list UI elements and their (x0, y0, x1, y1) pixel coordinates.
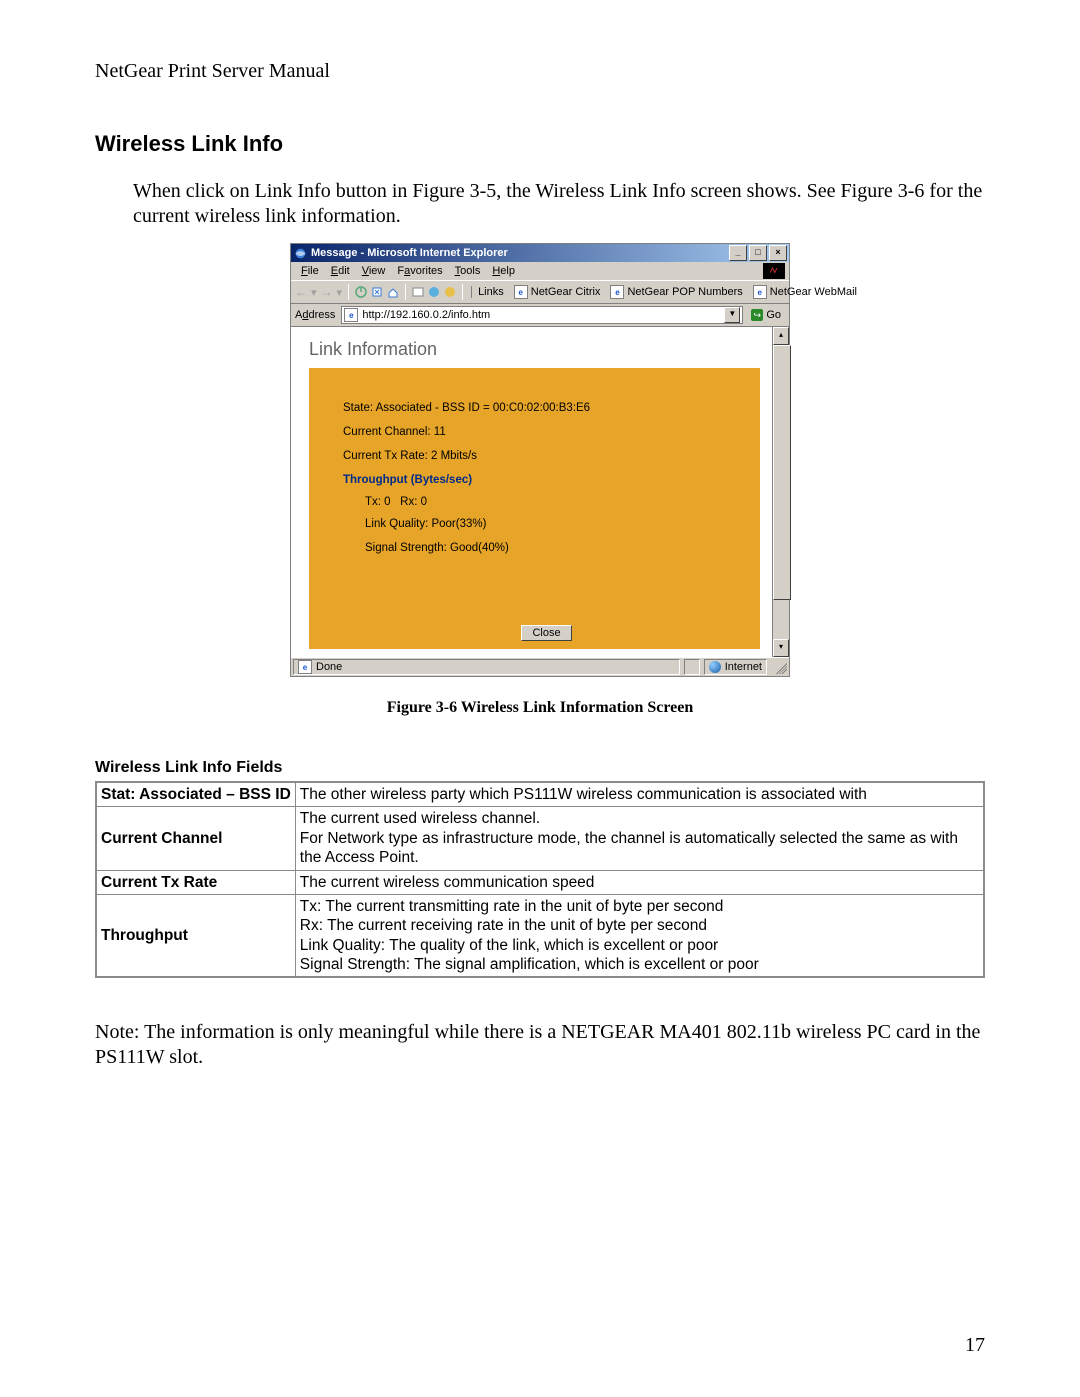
page-icon: e (298, 660, 312, 674)
signal-strength-line: Signal Strength: Good(40%) (343, 542, 750, 554)
field-desc: The current wireless communication speed (295, 870, 984, 894)
page-number: 17 (965, 1334, 985, 1357)
link-quality-line: Link Quality: Poor(33%) (343, 518, 750, 530)
menu-edit[interactable]: Edit (325, 265, 356, 277)
search-button[interactable] (412, 284, 424, 300)
link-info-panel: State: Associated - BSS ID = 00:C0:02:00… (309, 368, 760, 649)
globe-icon (709, 661, 721, 673)
figure-caption: Figure 3-6 Wireless Link Information Scr… (290, 699, 790, 717)
back-button[interactable]: ← (295, 284, 307, 300)
table-row: Current Channel The current used wireles… (96, 807, 984, 870)
menu-file[interactable]: File (295, 265, 325, 277)
page-icon: e (753, 285, 767, 299)
state-line: State: Associated - BSS ID = 00:C0:02:00… (343, 402, 750, 414)
menu-help[interactable]: Help (486, 265, 521, 277)
ie-window: Message - Microsoft Internet Explorer _ … (290, 243, 790, 677)
close-window-button[interactable]: × (769, 245, 787, 261)
channel-line: Current Channel: 11 (343, 426, 750, 438)
favlink-pop[interactable]: eNetGear POP Numbers (610, 285, 742, 299)
close-button[interactable]: Close (521, 625, 571, 641)
txrx-line: Tx: 0 Rx: 0 (343, 496, 750, 508)
go-arrow-icon: ↪ (751, 309, 763, 321)
vertical-scrollbar[interactable]: ▴ ▾ (772, 327, 789, 657)
ie-brand-icon (763, 263, 785, 279)
status-message: e Done (293, 659, 680, 675)
links-label: Links (471, 286, 504, 298)
stop-button[interactable] (355, 284, 367, 300)
favlink-citrix[interactable]: eNetGear Citrix (514, 285, 601, 299)
favorites-button[interactable] (428, 284, 440, 300)
address-label: Address (295, 309, 337, 321)
favlink-webmail[interactable]: eNetGear WebMail (753, 285, 857, 299)
scroll-track[interactable] (773, 345, 789, 639)
menu-favorites[interactable]: Favorites (391, 265, 448, 277)
scroll-thumb[interactable] (773, 345, 791, 600)
address-dropdown-button[interactable]: ▼ (724, 307, 740, 323)
page-icon: e (514, 285, 528, 299)
refresh-button[interactable] (371, 284, 383, 300)
status-zone: Internet (704, 659, 767, 675)
page-heading: Link Information (309, 339, 760, 360)
note-paragraph: Note: The information is only meaningful… (95, 1020, 985, 1070)
section-title: Wireless Link Info (95, 131, 985, 157)
field-label: Throughput (96, 894, 295, 977)
table-row: Stat: Associated – BSS ID The other wire… (96, 782, 984, 807)
page-body: Link Information State: Associated - BSS… (291, 327, 772, 657)
intro-paragraph: When click on Link Info button in Figure… (95, 179, 985, 229)
fields-table-heading: Wireless Link Info Fields (95, 759, 985, 777)
ie-address-row: Address e http://192.160.0.2/info.htm ▼ … (291, 304, 789, 327)
status-spacer (684, 659, 700, 675)
scroll-up-button[interactable]: ▴ (773, 327, 789, 345)
ie-window-title: Message - Microsoft Internet Explorer (311, 247, 508, 259)
fields-table: Stat: Associated – BSS ID The other wire… (95, 781, 985, 978)
document-header: NetGear Print Server Manual (95, 60, 985, 83)
maximize-button[interactable]: □ (749, 245, 767, 261)
menu-tools[interactable]: Tools (449, 265, 487, 277)
field-label: Current Channel (96, 807, 295, 870)
home-button[interactable] (387, 284, 399, 300)
minimize-button[interactable]: _ (729, 245, 747, 261)
scroll-down-button[interactable]: ▾ (773, 639, 789, 657)
throughput-heading: Throughput (Bytes/sec) (343, 474, 750, 486)
ie-content-area: Link Information State: Associated - BSS… (291, 327, 789, 657)
field-desc: Tx: The current transmitting rate in the… (295, 894, 984, 977)
field-label: Current Tx Rate (96, 870, 295, 894)
table-row: Throughput Tx: The current transmitting … (96, 894, 984, 977)
ie-toolbar: ← ▾ → ▾ Links eNetGear Citrix eNetGear P… (291, 281, 789, 304)
txrate-line: Current Tx Rate: 2 Mbits/s (343, 450, 750, 462)
figure-screenshot: Message - Microsoft Internet Explorer _ … (290, 243, 790, 717)
page-icon: e (610, 285, 624, 299)
page-icon: e (344, 308, 358, 322)
address-input[interactable]: e http://192.160.0.2/info.htm ▼ (341, 306, 743, 324)
go-button[interactable]: ↪ Go (747, 307, 785, 323)
history-button[interactable] (444, 284, 456, 300)
ie-titlebar: Message - Microsoft Internet Explorer _ … (291, 244, 789, 262)
address-url: http://192.160.0.2/info.htm (362, 309, 720, 321)
ie-menubar: File Edit View Favorites Tools Help (291, 262, 789, 281)
field-desc: The other wireless party which PS111W wi… (295, 782, 984, 807)
field-label: Stat: Associated – BSS ID (96, 782, 295, 807)
resize-grip[interactable] (773, 660, 787, 674)
ie-statusbar: e Done Internet (291, 657, 789, 676)
ie-app-icon (293, 246, 307, 260)
menu-view[interactable]: View (356, 265, 392, 277)
field-desc: The current used wireless channel.For Ne… (295, 807, 984, 870)
table-row: Current Tx Rate The current wireless com… (96, 870, 984, 894)
forward-button[interactable]: → (321, 284, 333, 300)
